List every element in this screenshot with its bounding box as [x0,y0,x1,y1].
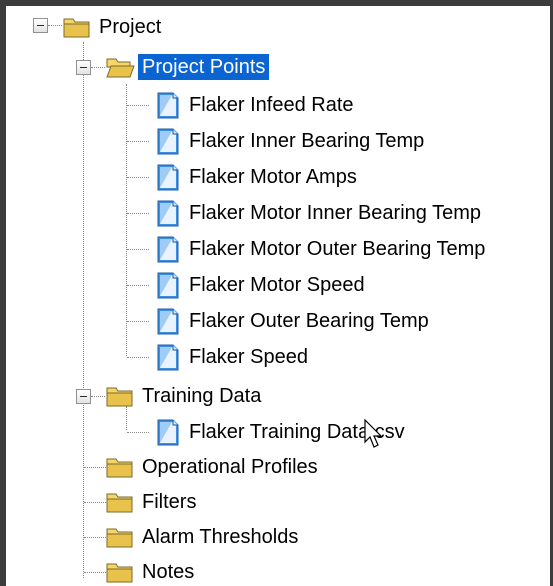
tree-node-point[interactable]: Flaker Infeed Rate [152,88,358,122]
tree-line [84,502,106,503]
tree-line [127,357,149,358]
document-icon [157,272,179,299]
tree-line-points [126,84,127,356]
tree-node-project[interactable]: Project [62,10,165,44]
tree-node-label: Project [99,16,162,38]
tree-node-folder[interactable]: Operational Profiles [105,450,322,484]
tree-node-point[interactable]: Flaker Outer Bearing Temp [152,304,433,338]
tree-node-label: Flaker Motor Amps [189,166,357,188]
expand-toggle-project[interactable] [33,18,48,33]
tree-node-label: Flaker Outer Bearing Temp [189,310,429,332]
tree-node-label: Flaker Motor Outer Bearing Temp [189,238,486,260]
tree-line [127,213,149,214]
tree-line [127,249,149,250]
folder-icon [106,493,133,513]
folder-open-icon [106,58,135,78]
tree-node-label: Flaker Speed [189,346,308,368]
window-frame: Project Project Points Flaker Infeed Rat… [0,0,553,586]
tree-node-point[interactable]: Flaker Motor Inner Bearing Temp [152,196,485,230]
tree-line [127,321,149,322]
expand-toggle-training-data[interactable] [76,389,91,404]
document-icon [157,308,179,335]
tree-line [127,177,149,178]
document-icon [157,344,179,371]
tree-node-label: Project Points [138,54,270,80]
tree-line [91,396,105,397]
folder-icon [106,563,133,583]
tree-node-label: Flaker Infeed Rate [189,94,354,116]
tree-line [84,467,106,468]
tree-node-training-data[interactable]: Training Data [105,379,265,413]
document-icon [157,200,179,227]
tree-node-label: Training Data [142,385,262,407]
document-icon [157,419,179,446]
document-icon [157,128,179,155]
tree-node-point[interactable]: Flaker Motor Amps [152,160,361,194]
tree-line [127,141,149,142]
tree-node-label: Flaker Motor Speed [189,274,365,296]
tree-line [127,285,149,286]
tree-line [48,25,62,26]
tree-node-label: Alarm Thresholds [142,526,299,548]
tree-node-point[interactable]: Flaker Inner Bearing Temp [152,124,428,158]
tree-node-label: Flaker Training Data.csv [189,421,405,443]
tree-line-root [83,42,84,578]
tree-node-label: Flaker Motor Inner Bearing Temp [189,202,481,224]
tree-node-folder[interactable]: Filters [105,485,200,519]
folder-icon [106,458,133,478]
document-icon [157,92,179,119]
tree-node-label: Filters [142,491,197,513]
tree-line [84,537,106,538]
tree-line [127,105,149,106]
tree-node-file[interactable]: Flaker Training Data.csv [152,415,409,449]
tree-node-folder[interactable]: Alarm Thresholds [105,520,302,554]
tree-node-point[interactable]: Flaker Motor Outer Bearing Temp [152,232,489,266]
document-icon [157,236,179,263]
tree-node-project-points[interactable]: Project Points [105,50,270,84]
expand-toggle-project-points[interactable] [76,60,91,75]
folder-icon [63,18,90,38]
tree-node-label: Notes [142,561,195,583]
tree-line [91,67,105,68]
document-icon [157,164,179,191]
tree-line [84,572,106,573]
tree-node-label: Operational Profiles [142,456,318,478]
tree-node-label: Flaker Inner Bearing Temp [189,130,425,152]
folder-icon [106,387,133,407]
tree-line [127,432,149,433]
project-tree[interactable]: Project Project Points Flaker Infeed Rat… [6,6,550,586]
tree-node-folder[interactable]: Notes [105,555,198,586]
tree-node-point[interactable]: Flaker Speed [152,340,312,374]
folder-icon [106,528,133,548]
tree-node-point[interactable]: Flaker Motor Speed [152,268,369,302]
